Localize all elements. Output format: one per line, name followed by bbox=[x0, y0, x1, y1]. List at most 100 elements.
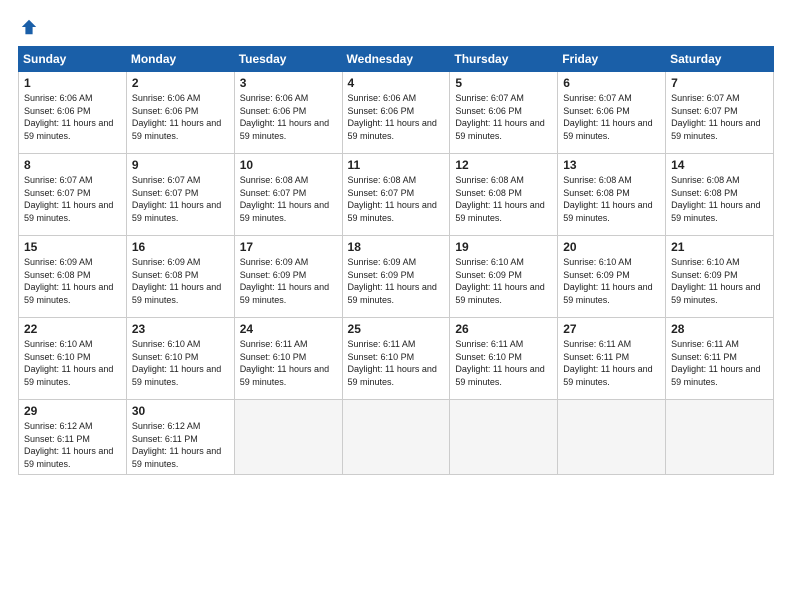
calendar-cell: 15Sunrise: 6:09 AMSunset: 6:08 PMDayligh… bbox=[19, 236, 127, 318]
weekday-header: Saturday bbox=[666, 47, 774, 72]
calendar-cell: 27 Sunrise: 6:11 AMSunset: 6:11 PMDayligh… bbox=[558, 318, 666, 400]
day-info: Sunrise: 6:12 AMSunset: 6:11 PMDaylight:… bbox=[24, 420, 122, 470]
day-info: Sunrise: 6:10 AMSunset: 6:10 PMDaylight:… bbox=[24, 338, 122, 388]
calendar-table: SundayMondayTuesdayWednesdayThursdayFrid… bbox=[18, 46, 774, 475]
calendar-cell: 24 Sunrise: 6:11 AMSunset: 6:10 PMDayligh… bbox=[234, 318, 342, 400]
day-info: Sunrise: 6:09 AMSunset: 6:08 PMDaylight:… bbox=[132, 256, 230, 306]
calendar-cell: 23 Sunrise: 6:10 AMSunset: 6:10 PMDayligh… bbox=[126, 318, 234, 400]
calendar-cell: 20Sunrise: 6:10 AMSunset: 6:09 PMDayligh… bbox=[558, 236, 666, 318]
day-number: 23 bbox=[132, 322, 230, 336]
day-info: Sunrise: 6:11 AMSunset: 6:11 PMDaylight:… bbox=[563, 338, 661, 388]
calendar-cell: 28 Sunrise: 6:11 AMSunset: 6:11 PMDayligh… bbox=[666, 318, 774, 400]
calendar-cell: 7 Sunrise: 6:07 AMSunset: 6:07 PMDaylight… bbox=[666, 72, 774, 154]
day-number: 4 bbox=[348, 76, 446, 90]
calendar-week-row: 8 Sunrise: 6:07 AMSunset: 6:07 PMDaylight… bbox=[19, 154, 774, 236]
day-number: 29 bbox=[24, 404, 122, 418]
day-info: Sunrise: 6:07 AMSunset: 6:07 PMDaylight:… bbox=[24, 174, 122, 224]
calendar-cell: 26Sunrise: 6:11 AMSunset: 6:10 PMDayligh… bbox=[450, 318, 558, 400]
day-number: 17 bbox=[240, 240, 338, 254]
day-info: Sunrise: 6:08 AMSunset: 6:08 PMDaylight:… bbox=[455, 174, 553, 224]
day-info: Sunrise: 6:12 AMSunset: 6:11 PMDaylight:… bbox=[132, 420, 230, 470]
day-info: Sunrise: 6:10 AMSunset: 6:09 PMDaylight:… bbox=[671, 256, 769, 306]
weekday-header: Tuesday bbox=[234, 47, 342, 72]
day-number: 27 bbox=[563, 322, 661, 336]
day-info: Sunrise: 6:07 AMSunset: 6:06 PMDaylight:… bbox=[563, 92, 661, 142]
day-info: Sunrise: 6:07 AMSunset: 6:06 PMDaylight:… bbox=[455, 92, 553, 142]
day-number: 10 bbox=[240, 158, 338, 172]
day-info: Sunrise: 6:10 AMSunset: 6:09 PMDaylight:… bbox=[455, 256, 553, 306]
day-number: 2 bbox=[132, 76, 230, 90]
calendar-cell: 6 Sunrise: 6:07 AMSunset: 6:06 PMDaylight… bbox=[558, 72, 666, 154]
day-info: Sunrise: 6:10 AMSunset: 6:10 PMDaylight:… bbox=[132, 338, 230, 388]
logo bbox=[18, 18, 38, 36]
calendar-cell: 8 Sunrise: 6:07 AMSunset: 6:07 PMDaylight… bbox=[19, 154, 127, 236]
day-number: 30 bbox=[132, 404, 230, 418]
day-info: Sunrise: 6:07 AMSunset: 6:07 PMDaylight:… bbox=[671, 92, 769, 142]
day-info: Sunrise: 6:06 AMSunset: 6:06 PMDaylight:… bbox=[24, 92, 122, 142]
day-info: Sunrise: 6:09 AMSunset: 6:09 PMDaylight:… bbox=[348, 256, 446, 306]
day-number: 14 bbox=[671, 158, 769, 172]
calendar-cell bbox=[342, 400, 450, 475]
weekday-header: Wednesday bbox=[342, 47, 450, 72]
calendar-cell: 10 Sunrise: 6:08 AMSunset: 6:07 PMDayligh… bbox=[234, 154, 342, 236]
day-number: 7 bbox=[671, 76, 769, 90]
calendar-cell bbox=[666, 400, 774, 475]
day-number: 22 bbox=[24, 322, 122, 336]
day-number: 9 bbox=[132, 158, 230, 172]
day-number: 16 bbox=[132, 240, 230, 254]
day-info: Sunrise: 6:11 AMSunset: 6:10 PMDaylight:… bbox=[240, 338, 338, 388]
calendar-cell: 16 Sunrise: 6:09 AMSunset: 6:08 PMDayligh… bbox=[126, 236, 234, 318]
weekday-header: Monday bbox=[126, 47, 234, 72]
calendar-cell: 21 Sunrise: 6:10 AMSunset: 6:09 PMDayligh… bbox=[666, 236, 774, 318]
calendar-week-row: 22 Sunrise: 6:10 AMSunset: 6:10 PMDayligh… bbox=[19, 318, 774, 400]
weekday-header: Thursday bbox=[450, 47, 558, 72]
calendar-cell: 3 Sunrise: 6:06 AMSunset: 6:06 PMDaylight… bbox=[234, 72, 342, 154]
day-info: Sunrise: 6:07 AMSunset: 6:07 PMDaylight:… bbox=[132, 174, 230, 224]
day-info: Sunrise: 6:09 AMSunset: 6:09 PMDaylight:… bbox=[240, 256, 338, 306]
day-number: 12 bbox=[455, 158, 553, 172]
day-info: Sunrise: 6:06 AMSunset: 6:06 PMDaylight:… bbox=[240, 92, 338, 142]
calendar-week-row: 1 Sunrise: 6:06 AMSunset: 6:06 PMDaylight… bbox=[19, 72, 774, 154]
calendar-cell: 4 Sunrise: 6:06 AMSunset: 6:06 PMDaylight… bbox=[342, 72, 450, 154]
day-info: Sunrise: 6:11 AMSunset: 6:10 PMDaylight:… bbox=[348, 338, 446, 388]
weekday-header: Sunday bbox=[19, 47, 127, 72]
header bbox=[18, 18, 774, 36]
calendar-cell: 14 Sunrise: 6:08 AMSunset: 6:08 PMDayligh… bbox=[666, 154, 774, 236]
calendar-cell: 29 Sunrise: 6:12 AMSunset: 6:11 PMDayligh… bbox=[19, 400, 127, 475]
calendar-cell: 25 Sunrise: 6:11 AMSunset: 6:10 PMDayligh… bbox=[342, 318, 450, 400]
day-number: 24 bbox=[240, 322, 338, 336]
weekday-header: Friday bbox=[558, 47, 666, 72]
day-number: 28 bbox=[671, 322, 769, 336]
day-number: 1 bbox=[24, 76, 122, 90]
day-number: 25 bbox=[348, 322, 446, 336]
day-info: Sunrise: 6:08 AMSunset: 6:07 PMDaylight:… bbox=[348, 174, 446, 224]
day-info: Sunrise: 6:09 AMSunset: 6:08 PMDaylight:… bbox=[24, 256, 122, 306]
day-info: Sunrise: 6:11 AMSunset: 6:11 PMDaylight:… bbox=[671, 338, 769, 388]
day-info: Sunrise: 6:08 AMSunset: 6:08 PMDaylight:… bbox=[671, 174, 769, 224]
day-info: Sunrise: 6:08 AMSunset: 6:07 PMDaylight:… bbox=[240, 174, 338, 224]
day-number: 8 bbox=[24, 158, 122, 172]
calendar-cell: 19 Sunrise: 6:10 AMSunset: 6:09 PMDayligh… bbox=[450, 236, 558, 318]
day-number: 13 bbox=[563, 158, 661, 172]
logo-icon bbox=[20, 18, 38, 36]
day-number: 19 bbox=[455, 240, 553, 254]
day-info: Sunrise: 6:06 AMSunset: 6:06 PMDaylight:… bbox=[348, 92, 446, 142]
day-number: 21 bbox=[671, 240, 769, 254]
day-number: 6 bbox=[563, 76, 661, 90]
day-number: 3 bbox=[240, 76, 338, 90]
calendar-header: SundayMondayTuesdayWednesdayThursdayFrid… bbox=[19, 47, 774, 72]
day-info: Sunrise: 6:11 AMSunset: 6:10 PMDaylight:… bbox=[455, 338, 553, 388]
calendar-cell bbox=[450, 400, 558, 475]
calendar-week-row: 15Sunrise: 6:09 AMSunset: 6:08 PMDayligh… bbox=[19, 236, 774, 318]
calendar-cell: 13Sunrise: 6:08 AMSunset: 6:08 PMDayligh… bbox=[558, 154, 666, 236]
calendar-cell: 30 Sunrise: 6:12 AMSunset: 6:11 PMDayligh… bbox=[126, 400, 234, 475]
calendar-cell: 5Sunrise: 6:07 AMSunset: 6:06 PMDaylight… bbox=[450, 72, 558, 154]
day-number: 20 bbox=[563, 240, 661, 254]
calendar-cell: 1 Sunrise: 6:06 AMSunset: 6:06 PMDaylight… bbox=[19, 72, 127, 154]
calendar-cell: 12 Sunrise: 6:08 AMSunset: 6:08 PMDayligh… bbox=[450, 154, 558, 236]
calendar-cell: 11Sunrise: 6:08 AMSunset: 6:07 PMDayligh… bbox=[342, 154, 450, 236]
calendar-cell bbox=[234, 400, 342, 475]
page: SundayMondayTuesdayWednesdayThursdayFrid… bbox=[0, 0, 792, 612]
calendar-week-row: 29 Sunrise: 6:12 AMSunset: 6:11 PMDayligh… bbox=[19, 400, 774, 475]
calendar-cell bbox=[558, 400, 666, 475]
